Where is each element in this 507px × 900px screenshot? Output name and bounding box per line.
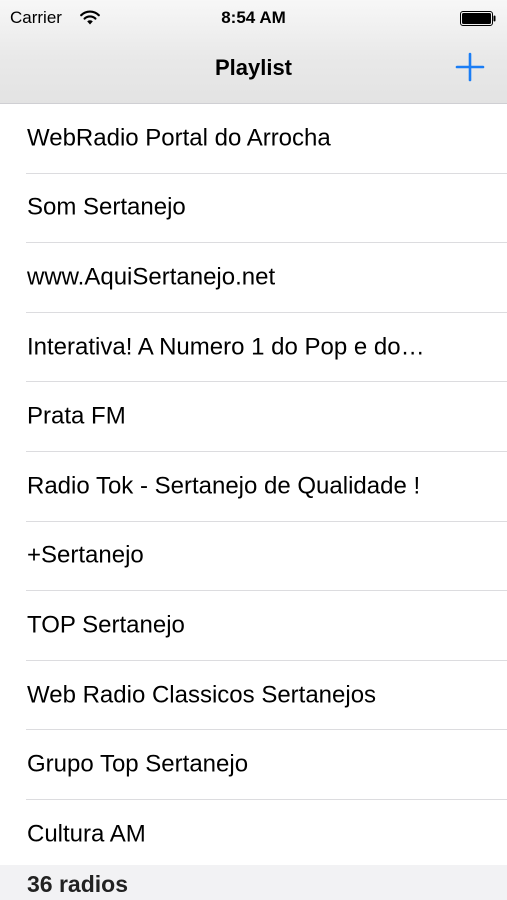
list-item[interactable]: Prata FM xyxy=(0,382,507,452)
list-item-label: Interativa! A Numero 1 do Pop e do… xyxy=(27,333,425,361)
page-title: Playlist xyxy=(214,55,293,80)
list-item[interactable]: TOP Sertanejo xyxy=(0,591,507,661)
battery-icon xyxy=(460,11,496,26)
status-bar: Carrier 8:54 AM xyxy=(0,0,507,38)
radio-count-footer: 36 radios xyxy=(0,865,507,900)
playlist-list: WebRadio Portal do Arrocha Som Sertanejo… xyxy=(0,104,507,870)
list-item-label: +Sertanejo xyxy=(27,541,144,569)
list-item-label: Cultura AM xyxy=(27,820,146,848)
list-item[interactable]: +Sertanejo xyxy=(0,522,507,592)
radio-count-label: 36 radios xyxy=(27,871,128,897)
list-item-label: Grupo Top Sertanejo xyxy=(27,750,249,778)
list-item[interactable]: Web Radio Classicos Sertanejos xyxy=(0,661,507,731)
status-time: 8:54 AM xyxy=(221,8,286,27)
navigation-header: Carrier 8:54 AM Playlist xyxy=(0,0,507,104)
list-item-label: Web Radio Classicos Sertanejos xyxy=(27,681,377,709)
list-item-label: Som Sertanejo xyxy=(27,193,186,221)
add-radio-button[interactable] xyxy=(453,50,487,84)
list-item-label: www.AquiSertanejo.net xyxy=(27,263,276,291)
list-item[interactable]: Grupo Top Sertanejo xyxy=(0,730,507,800)
list-item-label: TOP Sertanejo xyxy=(27,611,185,639)
list-item[interactable]: Cultura AM xyxy=(0,800,507,870)
list-item-label: WebRadio Portal do Arrocha xyxy=(27,124,331,152)
list-item-label: Prata FM xyxy=(27,402,126,430)
list-item[interactable]: Radio Tok - Sertanejo de Qualidade ! xyxy=(0,452,507,522)
list-item[interactable]: Som Sertanejo xyxy=(0,174,507,244)
list-item-label: Radio Tok - Sertanejo de Qualidade ! xyxy=(27,472,421,500)
list-item[interactable]: WebRadio Portal do Arrocha xyxy=(0,104,507,174)
plus-icon xyxy=(455,52,485,82)
playlist-screen: Carrier 8:54 AM Playlist WebRadio Portal… xyxy=(0,0,507,900)
list-item[interactable]: www.AquiSertanejo.net xyxy=(0,243,507,313)
list-item[interactable]: Interativa! A Numero 1 do Pop e do… xyxy=(0,313,507,383)
